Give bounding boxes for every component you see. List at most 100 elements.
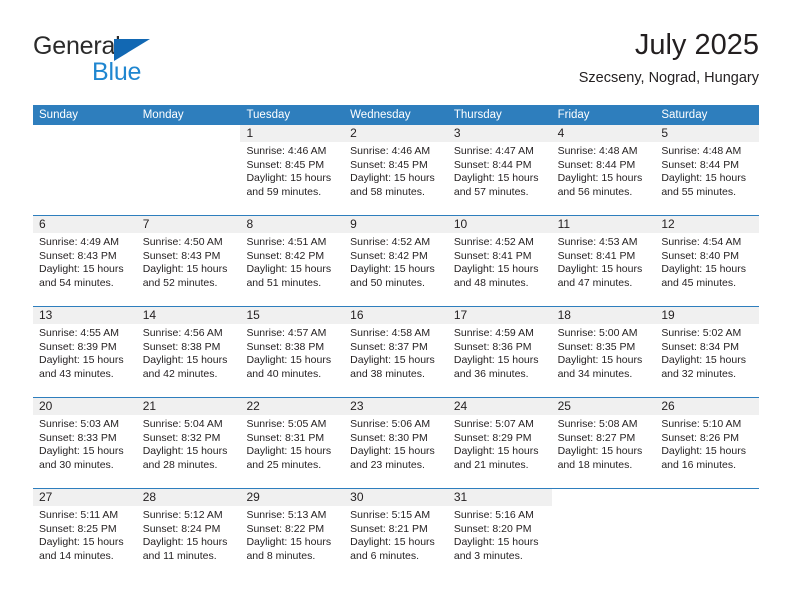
day-number: 19: [655, 307, 760, 324]
day-details: Sunrise: 5:12 AM Sunset: 8:24 PM Dayligh…: [137, 506, 241, 563]
sunset-line: Sunset: 8:21 PM: [350, 522, 428, 535]
sunrise-line: Sunrise: 5:16 AM: [453, 509, 534, 521]
day-number: 22: [240, 398, 345, 415]
day-cell[interactable]: 10 Sunrise: 4:52 AM Sunset: 8:41 PM Dayl…: [447, 216, 552, 306]
daylight-line: Daylight: 15 hours: [661, 263, 746, 276]
day-cell[interactable]: 15 Sunrise: 4:57 AM Sunset: 8:38 PM Dayl…: [240, 307, 345, 397]
day-cell[interactable]: 13 Sunrise: 4:55 AM Sunset: 8:39 PM Dayl…: [33, 307, 137, 397]
day-cell[interactable]: 6 Sunrise: 4:49 AM Sunset: 8:43 PM Dayli…: [33, 216, 137, 306]
day-number: 9: [344, 216, 448, 233]
weekday-header-monday: Monday: [142, 109, 184, 121]
day-number: 24: [447, 398, 552, 415]
sunset-line: Sunset: 8:42 PM: [350, 249, 428, 262]
day-details: Sunrise: 5:02 AM Sunset: 8:34 PM Dayligh…: [655, 324, 759, 381]
day-cell[interactable]: 14 Sunrise: 4:56 AM Sunset: 8:38 PM Dayl…: [136, 307, 241, 397]
day-details: Sunrise: 4:49 AM Sunset: 8:43 PM Dayligh…: [33, 233, 137, 290]
day-cell[interactable]: [655, 489, 759, 579]
sunset-line: Sunset: 8:44 PM: [661, 158, 739, 171]
sunset-line: Sunset: 8:25 PM: [39, 522, 117, 535]
day-cell[interactable]: 28 Sunrise: 5:12 AM Sunset: 8:24 PM Dayl…: [136, 489, 241, 579]
day-number: 29: [240, 489, 345, 506]
daylight-line: Daylight: 15 hours: [142, 445, 228, 458]
day-cell[interactable]: [137, 125, 241, 215]
day-cell[interactable]: 5 Sunrise: 4:48 AM Sunset: 8:44 PM Dayli…: [655, 125, 760, 215]
sunset-line: Sunset: 8:38 PM: [246, 340, 325, 353]
sunset-line: Sunset: 8:40 PM: [661, 249, 739, 262]
sunset-line: Sunset: 8:35 PM: [557, 340, 636, 353]
day-cell[interactable]: 3 Sunrise: 4:47 AM Sunset: 8:44 PM Dayli…: [447, 125, 552, 215]
day-details: Sunrise: 4:46 AM Sunset: 8:45 PM Dayligh…: [344, 142, 448, 199]
day-cell[interactable]: 8 Sunrise: 4:51 AM Sunset: 8:42 PM Dayli…: [240, 216, 345, 306]
brand-logo[interactable]: General Blue: [33, 32, 213, 88]
sunset-line: Sunset: 8:33 PM: [39, 431, 117, 444]
daylight-line: Daylight: 15 hours: [453, 536, 539, 549]
day-cell[interactable]: 29 Sunrise: 5:13 AM Sunset: 8:22 PM Dayl…: [240, 489, 345, 579]
day-cell[interactable]: 4 Sunrise: 4:48 AM Sunset: 8:44 PM Dayli…: [551, 125, 656, 215]
day-number: 14: [136, 307, 241, 324]
day-details: Sunrise: 5:06 AM Sunset: 8:30 PM Dayligh…: [344, 415, 448, 472]
daylight-line-cont: and 30 minutes.: [39, 458, 114, 471]
day-details: Sunrise: 4:57 AM Sunset: 8:38 PM Dayligh…: [240, 324, 344, 381]
day-details: Sunrise: 5:08 AM Sunset: 8:27 PM Dayligh…: [552, 415, 656, 472]
day-number: 17: [447, 307, 552, 324]
daylight-line-cont: and 55 minutes.: [661, 185, 737, 198]
day-number: 5: [655, 125, 760, 142]
sunrise-line: Sunrise: 4:49 AM: [39, 236, 119, 248]
daylight-line: Daylight: 15 hours: [350, 354, 435, 367]
day-cell[interactable]: 25 Sunrise: 5:08 AM Sunset: 8:27 PM Dayl…: [551, 398, 656, 488]
day-cell[interactable]: [552, 489, 656, 579]
sunset-line: Sunset: 8:24 PM: [142, 522, 221, 535]
day-cell[interactable]: 21 Sunrise: 5:04 AM Sunset: 8:32 PM Dayl…: [136, 398, 241, 488]
day-cell[interactable]: 7 Sunrise: 4:50 AM Sunset: 8:43 PM Dayli…: [136, 216, 241, 306]
day-details: [33, 142, 137, 145]
daylight-line: Daylight: 15 hours: [39, 354, 124, 367]
day-cell[interactable]: 12 Sunrise: 4:54 AM Sunset: 8:40 PM Dayl…: [655, 216, 760, 306]
day-cell[interactable]: 23 Sunrise: 5:06 AM Sunset: 8:30 PM Dayl…: [344, 398, 448, 488]
day-number: [552, 489, 656, 506]
day-cell[interactable]: 9 Sunrise: 4:52 AM Sunset: 8:42 PM Dayli…: [344, 216, 448, 306]
daylight-line: Daylight: 15 hours: [246, 172, 332, 185]
day-number: 16: [344, 307, 448, 324]
day-cell[interactable]: 31 Sunrise: 5:16 AM Sunset: 8:20 PM Dayl…: [447, 489, 552, 579]
day-cell[interactable]: 11 Sunrise: 4:53 AM Sunset: 8:41 PM Dayl…: [551, 216, 656, 306]
day-cell[interactable]: 19 Sunrise: 5:02 AM Sunset: 8:34 PM Dayl…: [655, 307, 760, 397]
daylight-line: Daylight: 15 hours: [557, 172, 643, 185]
day-cell[interactable]: 22 Sunrise: 5:05 AM Sunset: 8:31 PM Dayl…: [240, 398, 345, 488]
day-cell[interactable]: 20 Sunrise: 5:03 AM Sunset: 8:33 PM Dayl…: [33, 398, 137, 488]
daylight-line-cont: and 16 minutes.: [661, 458, 737, 471]
day-cell[interactable]: 18 Sunrise: 5:00 AM Sunset: 8:35 PM Dayl…: [551, 307, 656, 397]
day-details: Sunrise: 5:05 AM Sunset: 8:31 PM Dayligh…: [240, 415, 344, 472]
daylight-line: Daylight: 15 hours: [246, 263, 332, 276]
day-number: 21: [136, 398, 241, 415]
daylight-line: Daylight: 15 hours: [350, 536, 435, 549]
day-details: Sunrise: 5:00 AM Sunset: 8:35 PM Dayligh…: [552, 324, 656, 381]
daylight-line: Daylight: 15 hours: [453, 263, 539, 276]
day-cell[interactable]: 17 Sunrise: 4:59 AM Sunset: 8:36 PM Dayl…: [447, 307, 552, 397]
daylight-line: Daylight: 15 hours: [350, 263, 435, 276]
day-cell[interactable]: 1 Sunrise: 4:46 AM Sunset: 8:45 PM Dayli…: [240, 125, 345, 215]
daylight-line: Daylight: 15 hours: [453, 172, 539, 185]
day-number: 26: [655, 398, 760, 415]
day-cell[interactable]: 16 Sunrise: 4:58 AM Sunset: 8:37 PM Dayl…: [344, 307, 448, 397]
day-details: Sunrise: 4:52 AM Sunset: 8:42 PM Dayligh…: [344, 233, 448, 290]
sunset-line: Sunset: 8:37 PM: [350, 340, 428, 353]
day-number: 11: [551, 216, 656, 233]
day-cell[interactable]: 26 Sunrise: 5:10 AM Sunset: 8:26 PM Dayl…: [655, 398, 760, 488]
day-details: Sunrise: 4:59 AM Sunset: 8:36 PM Dayligh…: [448, 324, 552, 381]
day-cell[interactable]: 24 Sunrise: 5:07 AM Sunset: 8:29 PM Dayl…: [447, 398, 552, 488]
brand-name-general: General: [33, 32, 121, 60]
day-cell[interactable]: [33, 125, 137, 215]
sunrise-line: Sunrise: 4:48 AM: [557, 145, 638, 157]
weekday-header-saturday: Saturday: [661, 109, 708, 121]
daylight-line-cont: and 38 minutes.: [350, 367, 425, 380]
day-details: Sunrise: 4:55 AM Sunset: 8:39 PM Dayligh…: [33, 324, 137, 381]
day-cell[interactable]: 27 Sunrise: 5:11 AM Sunset: 8:25 PM Dayl…: [33, 489, 137, 579]
day-cell[interactable]: 30 Sunrise: 5:15 AM Sunset: 8:21 PM Dayl…: [344, 489, 448, 579]
day-cell[interactable]: 2 Sunrise: 4:46 AM Sunset: 8:45 PM Dayli…: [344, 125, 448, 215]
daylight-line-cont: and 8 minutes.: [246, 549, 316, 562]
daylight-line: Daylight: 15 hours: [350, 172, 435, 185]
daylight-line-cont: and 48 minutes.: [453, 276, 529, 289]
page-subtitle: Szecseny, Nograd, Hungary: [578, 70, 759, 86]
sunrise-line: Sunrise: 4:54 AM: [661, 236, 742, 248]
day-number: 7: [136, 216, 241, 233]
